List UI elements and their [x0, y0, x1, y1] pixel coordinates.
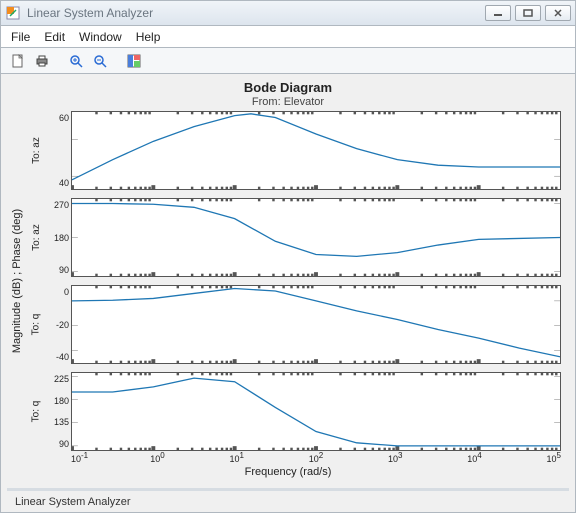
plot-panel[interactable]	[71, 111, 561, 190]
y-axis-label: Magnitude (dB) ; Phase (deg)	[7, 111, 27, 451]
chart-subtitle: From: Elevator	[7, 96, 569, 108]
panel-row-label: To: q	[27, 285, 45, 364]
y-ticks: 0-20-40	[45, 285, 71, 364]
zoom-in-button[interactable]	[65, 50, 87, 72]
plot-area[interactable]: Bode Diagram From: Elevator Magnitude (d…	[7, 80, 569, 488]
maximize-button[interactable]	[515, 5, 541, 21]
y-ticks: 22518013590	[45, 372, 71, 451]
panel-row-label: To: q	[27, 372, 45, 451]
window-title: Linear System Analyzer	[27, 6, 479, 20]
x-axis-label: Frequency (rad/s)	[7, 466, 569, 478]
plot-panel[interactable]	[71, 285, 561, 364]
status-text: Linear System Analyzer	[15, 496, 131, 508]
menu-file[interactable]: File	[11, 30, 30, 44]
menu-window[interactable]: Window	[79, 30, 122, 44]
chart-title: Bode Diagram	[7, 80, 569, 95]
plot-panel[interactable]	[71, 198, 561, 277]
x-ticks: 10-1100101102103104105	[7, 451, 569, 464]
print-button[interactable]	[31, 50, 53, 72]
menu-help[interactable]: Help	[136, 30, 161, 44]
close-button[interactable]	[545, 5, 571, 21]
plot-panel[interactable]	[71, 372, 561, 451]
titlebar: Linear System Analyzer	[0, 0, 576, 26]
y-ticks: 27018090	[45, 198, 71, 277]
menu-edit[interactable]: Edit	[44, 30, 65, 44]
content-area: Bode Diagram From: Elevator Magnitude (d…	[0, 74, 576, 513]
y-ticks: 6040	[45, 111, 71, 190]
menubar: File Edit Window Help	[0, 26, 576, 48]
chart-panel: To: az6040	[27, 111, 561, 190]
panel-row-label: To: az	[27, 111, 45, 190]
minimize-button[interactable]	[485, 5, 511, 21]
app-icon	[5, 5, 21, 21]
chart-panel: To: az27018090	[27, 198, 561, 277]
chart-panel: To: q22518013590	[27, 372, 561, 451]
statusbar: Linear System Analyzer	[7, 488, 569, 512]
layout-button[interactable]	[123, 50, 145, 72]
panel-row-label: To: az	[27, 198, 45, 277]
toolbar	[0, 48, 576, 74]
new-button[interactable]	[7, 50, 29, 72]
chart-panel: To: q0-20-40	[27, 285, 561, 364]
zoom-out-button[interactable]	[89, 50, 111, 72]
